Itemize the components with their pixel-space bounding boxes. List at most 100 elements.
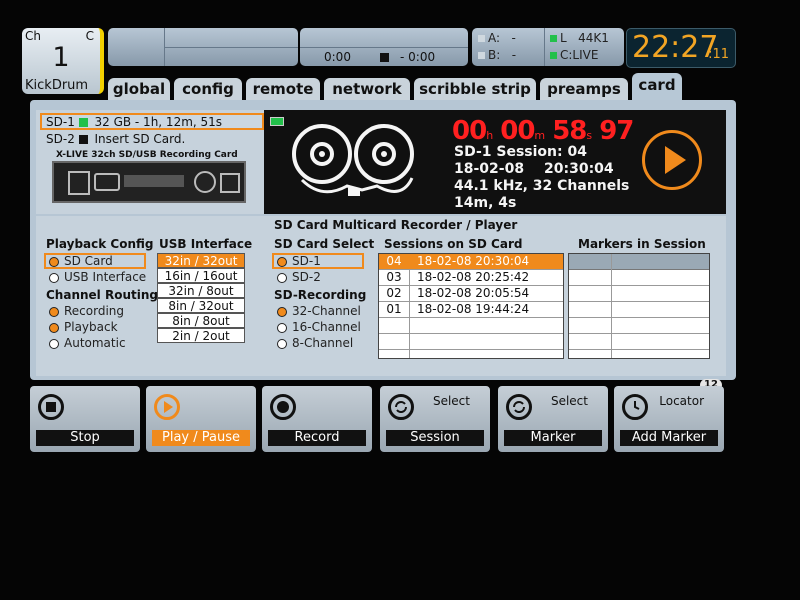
sd-select-sd2[interactable]: SD-2 bbox=[277, 269, 321, 285]
marker-row-empty[interactable] bbox=[569, 318, 709, 334]
marker-row-empty[interactable] bbox=[569, 334, 709, 350]
tab-network[interactable]: network bbox=[324, 78, 410, 100]
usb-option-8-8[interactable]: 8in / 8out bbox=[157, 313, 245, 328]
tab-global[interactable]: global bbox=[108, 78, 170, 100]
sd-select-sd1[interactable]: SD-1 bbox=[272, 253, 364, 269]
radio-icon bbox=[49, 256, 59, 267]
sd1-label: SD-1 bbox=[46, 115, 75, 129]
transport-time-display: 0:00 - 0:00 bbox=[300, 28, 468, 66]
session-format: 44.1 kHz, 32 Channels bbox=[454, 178, 630, 194]
session-length: 14m, 4s bbox=[454, 195, 517, 211]
sessions-title: Sessions on SD Card bbox=[384, 237, 523, 251]
remaining-time: - 0:00 bbox=[400, 50, 436, 64]
session-row[interactable]: 02 18-02-08 20:05:54 bbox=[379, 286, 563, 302]
stop-button-label: Stop bbox=[36, 430, 134, 446]
usb-option-2-2[interactable]: 2in / 2out bbox=[157, 328, 245, 343]
radio-icon bbox=[49, 338, 59, 349]
radio-icon bbox=[49, 306, 59, 317]
clock-display: 22:27 :11 bbox=[626, 28, 736, 68]
session-row[interactable]: 03 18-02-08 20:25:42 bbox=[379, 270, 563, 286]
add-marker-button[interactable]: Locator Add Marker bbox=[614, 386, 724, 452]
sample-rate-status: L 44K1 bbox=[550, 31, 609, 45]
routing-option-recording[interactable]: Recording bbox=[49, 303, 124, 319]
sd1-status-icon bbox=[78, 118, 88, 127]
record-icon bbox=[270, 394, 296, 420]
record-button[interactable]: Record bbox=[262, 386, 372, 452]
sd2-status-row[interactable]: SD-2 Insert SD Card. bbox=[46, 132, 266, 147]
play-pause-button-label: Play / Pause bbox=[152, 430, 250, 446]
recording-card-image bbox=[52, 161, 246, 203]
radio-icon bbox=[277, 322, 287, 333]
led-icon bbox=[478, 52, 485, 59]
channel-display: Ch C 1 KickDrum bbox=[22, 28, 104, 94]
sync-status: C:LIVE bbox=[550, 48, 598, 62]
radio-icon bbox=[277, 338, 287, 349]
sd1-info: 32 GB - 1h, 12m, 51s bbox=[94, 115, 223, 129]
tab-card[interactable]: card bbox=[632, 73, 682, 101]
channel-number: 1 bbox=[52, 42, 70, 73]
led-icon bbox=[550, 52, 557, 59]
channel-c-label: C bbox=[85, 29, 94, 43]
select-marker-button[interactable]: Select Marker bbox=[498, 386, 608, 452]
play-icon bbox=[665, 146, 686, 174]
input-b-status: B: - bbox=[478, 48, 516, 62]
play-pause-button[interactable]: Play / Pause bbox=[146, 386, 256, 452]
marker-row-empty[interactable] bbox=[569, 286, 709, 302]
record-timer: 00h 00m 58s 97 bbox=[452, 116, 634, 146]
timer-seconds-unit: s bbox=[586, 129, 592, 142]
timer-seconds: 58 bbox=[552, 116, 587, 146]
stop-button[interactable]: Stop bbox=[30, 386, 140, 452]
led-icon bbox=[550, 35, 557, 42]
session-time: 20:30:04 bbox=[544, 161, 614, 177]
sd2-status-icon bbox=[78, 135, 88, 144]
add-marker-label: Add Marker bbox=[620, 430, 718, 446]
tab-preamps[interactable]: preamps bbox=[540, 78, 628, 100]
tab-scribble-strip[interactable]: scribble strip bbox=[414, 78, 536, 100]
tab-remote[interactable]: remote bbox=[246, 78, 320, 100]
battery-icon bbox=[270, 117, 284, 126]
stop-square-icon bbox=[380, 53, 389, 62]
channel-routing-title: Channel Routing bbox=[46, 288, 158, 302]
session-row[interactable]: 04 18-02-08 20:30:04 bbox=[379, 254, 563, 270]
playback-option-sd-card[interactable]: SD Card bbox=[44, 253, 146, 269]
play-icon bbox=[154, 394, 180, 420]
sd-recording-title: SD-Recording bbox=[274, 288, 367, 302]
radio-icon bbox=[49, 322, 59, 333]
session-row[interactable]: 01 18-02-08 19:44:24 bbox=[379, 302, 563, 318]
recorder-title: SD Card Multicard Recorder / Player bbox=[274, 218, 518, 232]
radio-icon bbox=[277, 272, 287, 283]
play-button-large[interactable] bbox=[642, 130, 702, 190]
sd1-status-row[interactable]: SD-1 32 GB - 1h, 12m, 51s bbox=[40, 113, 264, 130]
sd2-info: Insert SD Card. bbox=[94, 132, 186, 146]
sd-card-select-title: SD Card Select bbox=[274, 237, 375, 251]
record-button-label: Record bbox=[268, 430, 366, 446]
session-row-empty[interactable] bbox=[379, 318, 563, 334]
radio-icon bbox=[277, 256, 287, 267]
routing-option-playback[interactable]: Playback bbox=[49, 319, 118, 335]
radio-icon bbox=[49, 272, 59, 283]
session-row-empty[interactable] bbox=[379, 334, 563, 350]
usb-option-8-32[interactable]: 8in / 32out bbox=[157, 298, 245, 313]
select-session-button[interactable]: Select Session bbox=[380, 386, 490, 452]
marker-row-empty[interactable] bbox=[569, 270, 709, 286]
recording-option-8ch[interactable]: 8-Channel bbox=[277, 335, 353, 351]
select-marker-caption: Select bbox=[550, 394, 588, 408]
usb-option-32-8[interactable]: 32in / 8out bbox=[157, 283, 245, 298]
tab-config[interactable]: config bbox=[174, 78, 242, 100]
routing-option-automatic[interactable]: Automatic bbox=[49, 335, 126, 351]
elapsed-time: 0:00 bbox=[324, 50, 351, 64]
playback-option-usb[interactable]: USB Interface bbox=[49, 269, 146, 285]
clock-seconds: :11 bbox=[708, 47, 729, 62]
timer-frames: 97 bbox=[599, 116, 634, 146]
select-session-caption: Select bbox=[432, 394, 470, 408]
io-status-display: A: - B: - L 44K1 C:LIVE bbox=[472, 28, 624, 66]
marker-row-empty[interactable] bbox=[569, 302, 709, 318]
scribble-display bbox=[108, 28, 298, 66]
recording-option-16ch[interactable]: 16-Channel bbox=[277, 319, 361, 335]
channel-name: KickDrum bbox=[25, 78, 89, 93]
timer-hours-unit: h bbox=[486, 129, 493, 142]
recording-option-32ch[interactable]: 32-Channel bbox=[277, 303, 361, 319]
clock-icon bbox=[622, 394, 648, 420]
usb-option-32-32[interactable]: 32in / 32out bbox=[157, 253, 245, 268]
usb-option-16-16[interactable]: 16in / 16out bbox=[157, 268, 245, 283]
